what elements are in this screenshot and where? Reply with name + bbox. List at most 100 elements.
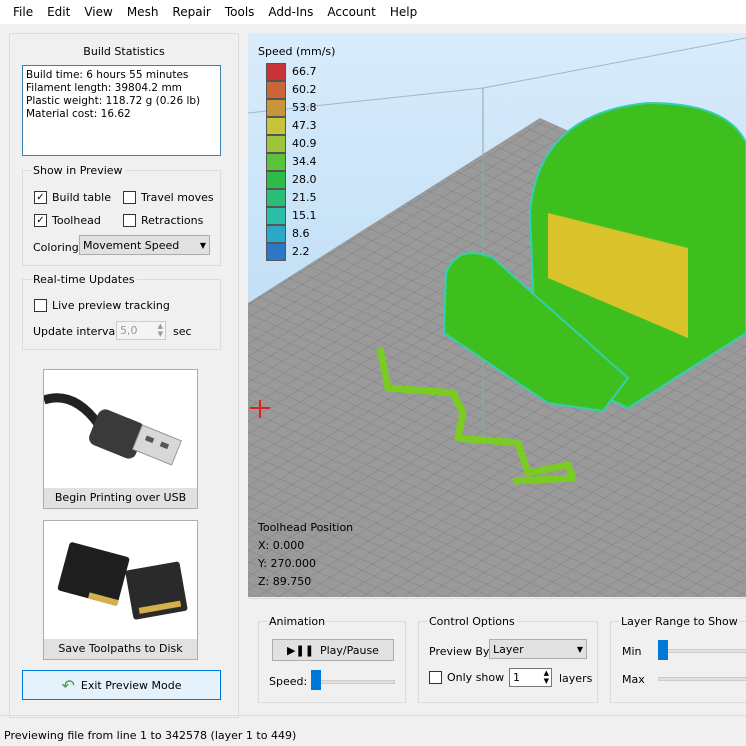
build-table-checkbox[interactable]: ✓ Build table xyxy=(34,191,111,204)
layers-value: 1 xyxy=(513,671,520,684)
toolhead-label: Toolhead xyxy=(52,214,101,227)
control-options-group: Control Options Preview By Layer ▼ Only s… xyxy=(418,615,598,703)
3d-preview-viewport[interactable]: Speed (mm/s) 66.7 60.2 53.8 47.3 40.9 34.4 28.… xyxy=(248,33,746,597)
menu-edit[interactable]: Edit xyxy=(40,5,77,19)
show-in-preview-title: Show in Preview xyxy=(31,164,125,177)
max-layer-slider[interactable] xyxy=(658,677,746,681)
play-pause-button[interactable]: ▶❚❚ Play/Pause xyxy=(272,639,394,661)
preview-by-value: Layer xyxy=(493,642,524,656)
max-label: Max xyxy=(622,673,645,686)
toolhead-z: Z: 89.750 xyxy=(258,575,312,588)
menu-tools[interactable]: Tools xyxy=(218,5,262,19)
update-interval-value: 5,0 xyxy=(120,324,138,337)
chevron-down-icon: ▼ xyxy=(576,644,583,654)
show-in-preview-group: Show in Preview ✓ Build table Travel move… xyxy=(22,164,221,266)
travel-moves-label: Travel moves xyxy=(141,191,214,204)
back-arrow-icon: ↶ xyxy=(61,675,75,695)
live-preview-checkbox[interactable]: Live preview tracking xyxy=(34,299,170,312)
legend-value: 60.2 xyxy=(292,83,317,96)
retractions-label: Retractions xyxy=(141,214,204,227)
travel-moves-checkbox[interactable]: Travel moves xyxy=(123,191,214,204)
speed-slider-thumb[interactable] xyxy=(311,670,321,690)
build-statistics-box: Build time: 6 hours 55 minutes Filament … xyxy=(22,65,221,156)
chevron-down-icon: ▼ xyxy=(199,240,206,250)
usb-cable-icon xyxy=(44,370,197,488)
exit-preview-button[interactable]: ↶ Exit Preview Mode xyxy=(22,670,221,700)
layers-label: layers xyxy=(559,672,593,685)
legend-value: 66.7 xyxy=(292,65,317,78)
menu-bar: File Edit View Mesh Repair Tools Add-Ins… xyxy=(0,0,746,24)
build-table-label: Build table xyxy=(52,191,111,204)
legend-swatch xyxy=(266,99,286,117)
checkbox-icon: ✓ xyxy=(34,214,47,227)
min-layer-slider[interactable] xyxy=(658,649,746,653)
left-panel: Build Statistics Build time: 6 hours 55 … xyxy=(9,33,239,718)
preview-by-label: Preview By xyxy=(429,645,490,658)
material-cost: Material cost: 16.62 xyxy=(26,108,131,120)
legend-swatch xyxy=(266,243,286,261)
layer-range-group: Layer Range to Show Min Max xyxy=(610,615,746,703)
sd-card-icon xyxy=(44,521,197,639)
checkbox-icon xyxy=(34,299,47,312)
build-time: Build time: 6 hours 55 minutes xyxy=(26,69,189,81)
legend-title: Speed (mm/s) xyxy=(258,45,336,58)
retractions-checkbox[interactable]: Retractions xyxy=(123,214,203,227)
legend-value: 40.9 xyxy=(292,137,317,150)
speed-label: Speed: xyxy=(269,675,308,688)
speed-slider[interactable] xyxy=(311,680,395,684)
menu-repair[interactable]: Repair xyxy=(165,5,217,19)
live-preview-label: Live preview tracking xyxy=(52,299,170,312)
menu-account[interactable]: Account xyxy=(320,5,382,19)
preview-by-select[interactable]: Layer ▼ xyxy=(489,639,587,659)
toolhead-position-title: Toolhead Position xyxy=(258,521,354,534)
print-usb-button[interactable]: Begin Printing over USB xyxy=(43,369,198,509)
realtime-updates-group: Real-time Updates Live preview tracking … xyxy=(22,273,221,350)
control-options-title: Control Options xyxy=(427,615,517,628)
build-statistics-title: Build Statistics xyxy=(83,45,165,58)
preview-controls: Animation ▶❚❚ Play/Pause Speed: Control O… xyxy=(248,598,746,715)
legend-value: 47.3 xyxy=(292,119,317,132)
legend-swatch xyxy=(266,63,286,81)
layer-range-title: Layer Range to Show xyxy=(619,615,740,628)
checkbox-icon xyxy=(429,671,442,684)
legend-swatch xyxy=(266,135,286,153)
legend-value: 2.2 xyxy=(292,245,310,258)
layers-spinbox[interactable]: 1 ▲ ▼ xyxy=(509,668,552,687)
exit-preview-label: Exit Preview Mode xyxy=(80,678,182,692)
menu-add-ins[interactable]: Add-Ins xyxy=(261,5,320,19)
animation-title: Animation xyxy=(267,615,328,628)
legend-swatch xyxy=(266,189,286,207)
menu-help[interactable]: Help xyxy=(383,5,424,19)
legend-value: 21.5 xyxy=(292,191,317,204)
menu-mesh[interactable]: Mesh xyxy=(120,5,166,19)
play-pause-label: Play/Pause xyxy=(319,643,379,657)
min-layer-slider-thumb[interactable] xyxy=(658,640,668,660)
spin-arrows-icon[interactable]: ▲ ▼ xyxy=(544,669,549,685)
only-show-label: Only show xyxy=(447,671,505,684)
legend-swatch xyxy=(266,225,286,243)
update-interval-spinbox[interactable]: 5,0 ▲ ▼ xyxy=(116,321,166,340)
filament-length: Filament length: 39804.2 mm xyxy=(26,82,182,94)
toolhead-position: Toolhead Position X: 0.000 Y: 270.000 Z:… xyxy=(258,519,353,591)
legend-swatch xyxy=(266,171,286,189)
interval-unit: sec xyxy=(173,325,192,338)
legend-value: 53.8 xyxy=(292,101,317,114)
menu-file[interactable]: File xyxy=(6,5,40,19)
spin-arrows-icon[interactable]: ▲ ▼ xyxy=(158,322,163,338)
update-interval-label: Update interval xyxy=(33,325,119,338)
only-show-checkbox[interactable]: Only show xyxy=(429,671,504,684)
coloring-select[interactable]: Movement Speed ▼ xyxy=(79,235,210,255)
save-toolpaths-button[interactable]: Save Toolpaths to Disk xyxy=(43,520,198,660)
legend-swatch xyxy=(266,81,286,99)
play-pause-icon: ▶❚❚ xyxy=(287,643,314,657)
build-plate-scene xyxy=(248,37,746,597)
coloring-label: Coloring xyxy=(33,241,79,254)
toolhead-checkbox[interactable]: ✓ Toolhead xyxy=(34,214,101,227)
legend-value: 28.0 xyxy=(292,173,317,186)
checkbox-icon: ✓ xyxy=(34,191,47,204)
checkbox-icon xyxy=(123,214,136,227)
toolhead-y: Y: 270.000 xyxy=(258,557,316,570)
legend-value: 8.6 xyxy=(292,227,310,240)
menu-view[interactable]: View xyxy=(77,5,119,19)
print-usb-label: Begin Printing over USB xyxy=(54,491,187,504)
